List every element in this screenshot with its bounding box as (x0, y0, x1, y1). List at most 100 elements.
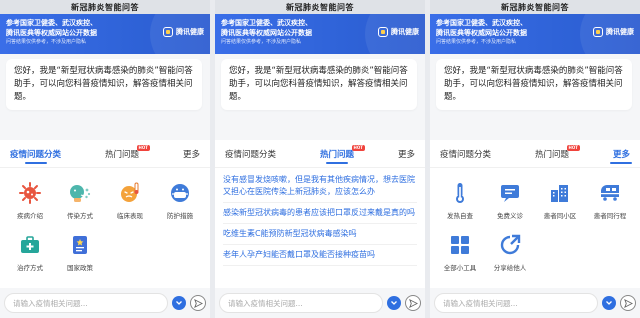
category-disease-intro[interactable]: 疾病介绍 (6, 174, 54, 226)
tencent-health-icon (593, 27, 603, 37)
app-title: 新冠肺炎智能问答 (430, 0, 640, 14)
tool-share[interactable]: 分享给他人 (486, 226, 534, 278)
brand-logo: 腾讯健康 (163, 27, 204, 37)
tab-bar: 疫情问题分类 热门问题 HOT 更多 (0, 140, 210, 168)
info-banner: 参考国家卫健委、武汉疾控、 腾讯医典等权威网站公开数据 问答结果仅供参考，不涉及… (0, 14, 210, 54)
tencent-health-icon (163, 27, 173, 37)
tab-categories[interactable]: 疫情问题分类 (440, 140, 491, 168)
collapse-button[interactable] (172, 296, 186, 310)
screen-categories: 新冠肺炎智能问答 参考国家卫健委、武汉疾控、 腾讯医典等权威网站公开数据 问答结… (0, 0, 210, 318)
send-button[interactable] (405, 295, 421, 311)
tool-label: 全部小工具 (443, 264, 477, 272)
question-input[interactable]: 请输入疫情相关问题... (219, 293, 383, 313)
tab-hot-label: 热门问题 (534, 149, 569, 160)
community-buildings-icon (547, 180, 573, 206)
tool-label: 分享给他人 (493, 264, 527, 272)
category-label: 治疗方式 (17, 264, 43, 272)
tool-same-trip[interactable]: 患者同行程 (586, 174, 634, 226)
hot-question-list: 没有感冒发烧咳嗽，但是我有其他疾病情况，想去医院又担心在医院传染上新冠肺炎，应该… (215, 168, 425, 268)
tab-more[interactable]: 更多 (183, 140, 200, 168)
send-button[interactable] (190, 295, 206, 311)
brand-logo: 腾讯健康 (378, 27, 419, 37)
tab-hot[interactable]: 热门问题 HOT (104, 140, 150, 168)
question-card: 疫情问题分类 热门问题 HOT 更多 疾病介绍 传染方式 临床表现 防护措施 治… (0, 140, 210, 288)
brand-name: 腾讯健康 (606, 28, 634, 36)
mask-icon (167, 180, 193, 206)
send-icon (408, 298, 418, 308)
hot-question-item[interactable]: 感染新型冠状病毒的患者应该把口罩反过来戴是真的吗 (223, 203, 417, 224)
category-label: 国家政策 (67, 264, 93, 272)
hot-badge: HOT (136, 144, 150, 151)
chevron-down-icon (391, 301, 397, 305)
tool-label: 免费义诊 (497, 212, 523, 220)
send-icon (193, 298, 203, 308)
category-grid: 疾病介绍 传染方式 临床表现 防护措施 治疗方式 国家政策 (0, 168, 210, 278)
fever-face-icon (117, 180, 143, 206)
input-bar: 请输入疫情相关问题... (0, 288, 210, 318)
question-input[interactable]: 请输入疫情相关问题... (434, 293, 598, 313)
thermometer-icon (447, 180, 473, 206)
tool-label: 发热自查 (447, 212, 473, 220)
chat-consult-icon (497, 180, 523, 206)
brand-logo: 腾讯健康 (593, 27, 634, 37)
tencent-health-icon (378, 27, 388, 37)
info-banner: 参考国家卫健委、武汉疾控、 腾讯医典等权威网站公开数据 问答结果仅供参考，不涉及… (430, 14, 640, 54)
brand-name: 腾讯健康 (176, 28, 204, 36)
sneeze-icon (67, 180, 93, 206)
hot-question-item[interactable]: 没有感冒发烧咳嗽，但是我有其他疾病情况，想去医院又担心在医院传染上新冠肺炎，应该… (223, 170, 417, 203)
hot-question-item[interactable]: 老年人孕产妇能否戴口罩及能否接种疫苗吗 (223, 245, 417, 266)
tab-more[interactable]: 更多 (610, 140, 633, 168)
question-input[interactable]: 请输入疫情相关问题... (4, 293, 168, 313)
send-button[interactable] (620, 295, 636, 311)
banner-disclaimer: 问答结果仅供参考，不涉及用户隐私 (221, 39, 302, 45)
tool-label: 患者同行程 (593, 212, 627, 220)
category-label: 临床表现 (117, 212, 143, 220)
category-protection[interactable]: 防护措施 (156, 174, 204, 226)
collapse-button[interactable] (387, 296, 401, 310)
hot-question-item[interactable]: 吃维生素C能预防新型冠状病毒感染吗 (223, 224, 417, 245)
tab-hot[interactable]: 热门问题 HOT (534, 140, 580, 168)
collapse-button[interactable] (602, 296, 616, 310)
send-icon (623, 298, 633, 308)
greeting-bubble: 您好，我是“新型冠状病毒感染的肺炎”智能问答助手，可以向您科普疫情知识，解答疫情… (221, 59, 417, 110)
category-symptoms[interactable]: 临床表现 (106, 174, 154, 226)
share-icon (497, 232, 523, 258)
question-card: 疫情问题分类 热门问题 HOT 更多 没有感冒发烧咳嗽，但是我有其他疾病情况，想去… (215, 140, 425, 288)
policy-document-icon (67, 232, 93, 258)
tab-more[interactable]: 更多 (398, 140, 415, 168)
app-title: 新冠肺炎智能问答 (215, 0, 425, 14)
question-card: 疫情问题分类 热门问题 HOT 更多 发热自查 免费义诊 患者同小区 患者同行程… (430, 140, 640, 288)
tool-free-consult[interactable]: 免费义诊 (486, 174, 534, 226)
input-bar: 请输入疫情相关问题... (215, 288, 425, 318)
hot-badge: HOT (566, 144, 580, 151)
category-label: 传染方式 (67, 212, 93, 220)
tool-label: 患者同小区 (543, 212, 577, 220)
train-icon (597, 180, 623, 206)
banner-disclaimer: 问答结果仅供参考，不涉及用户隐私 (436, 39, 517, 45)
app-title: 新冠肺炎智能问答 (0, 0, 210, 14)
virus-icon (17, 180, 43, 206)
tool-same-community[interactable]: 患者同小区 (536, 174, 584, 226)
chevron-down-icon (606, 301, 612, 305)
tool-fever-check[interactable]: 发热自查 (436, 174, 484, 226)
category-treatment[interactable]: 治疗方式 (6, 226, 54, 278)
category-transmission[interactable]: 传染方式 (56, 174, 104, 226)
brand-name: 腾讯健康 (391, 28, 419, 36)
category-label: 疾病介绍 (17, 212, 43, 220)
tab-hot-label: 热门问题 (104, 149, 139, 160)
tab-hot-label: 热门问题 (319, 149, 354, 160)
banner-disclaimer: 问答结果仅供参考，不涉及用户隐私 (6, 39, 87, 45)
category-policy[interactable]: 国家政策 (56, 226, 104, 278)
tab-categories[interactable]: 疫情问题分类 (10, 140, 61, 168)
category-label: 防护措施 (167, 212, 193, 220)
greeting-bubble: 您好，我是“新型冠状病毒感染的肺炎”智能问答助手，可以向您科普疫情知识，解答疫情… (436, 59, 632, 110)
tab-categories[interactable]: 疫情问题分类 (225, 140, 276, 168)
tab-bar: 疫情问题分类 热门问题 HOT 更多 (430, 140, 640, 168)
tool-all-tools[interactable]: 全部小工具 (436, 226, 484, 278)
screen-more-tools: 新冠肺炎智能问答 参考国家卫健委、武汉疾控、 腾讯医典等权威网站公开数据 问答结… (430, 0, 640, 318)
tools-grid: 发热自查 免费义诊 患者同小区 患者同行程 全部小工具 分享给他人 (430, 168, 640, 278)
screenshot-triptych: 新冠肺炎智能问答 参考国家卫健委、武汉疾控、 腾讯医典等权威网站公开数据 问答结… (0, 0, 640, 318)
tab-hot[interactable]: 热门问题 HOT (319, 140, 365, 168)
tab-bar: 疫情问题分类 热门问题 HOT 更多 (215, 140, 425, 168)
medical-kit-icon (17, 232, 43, 258)
